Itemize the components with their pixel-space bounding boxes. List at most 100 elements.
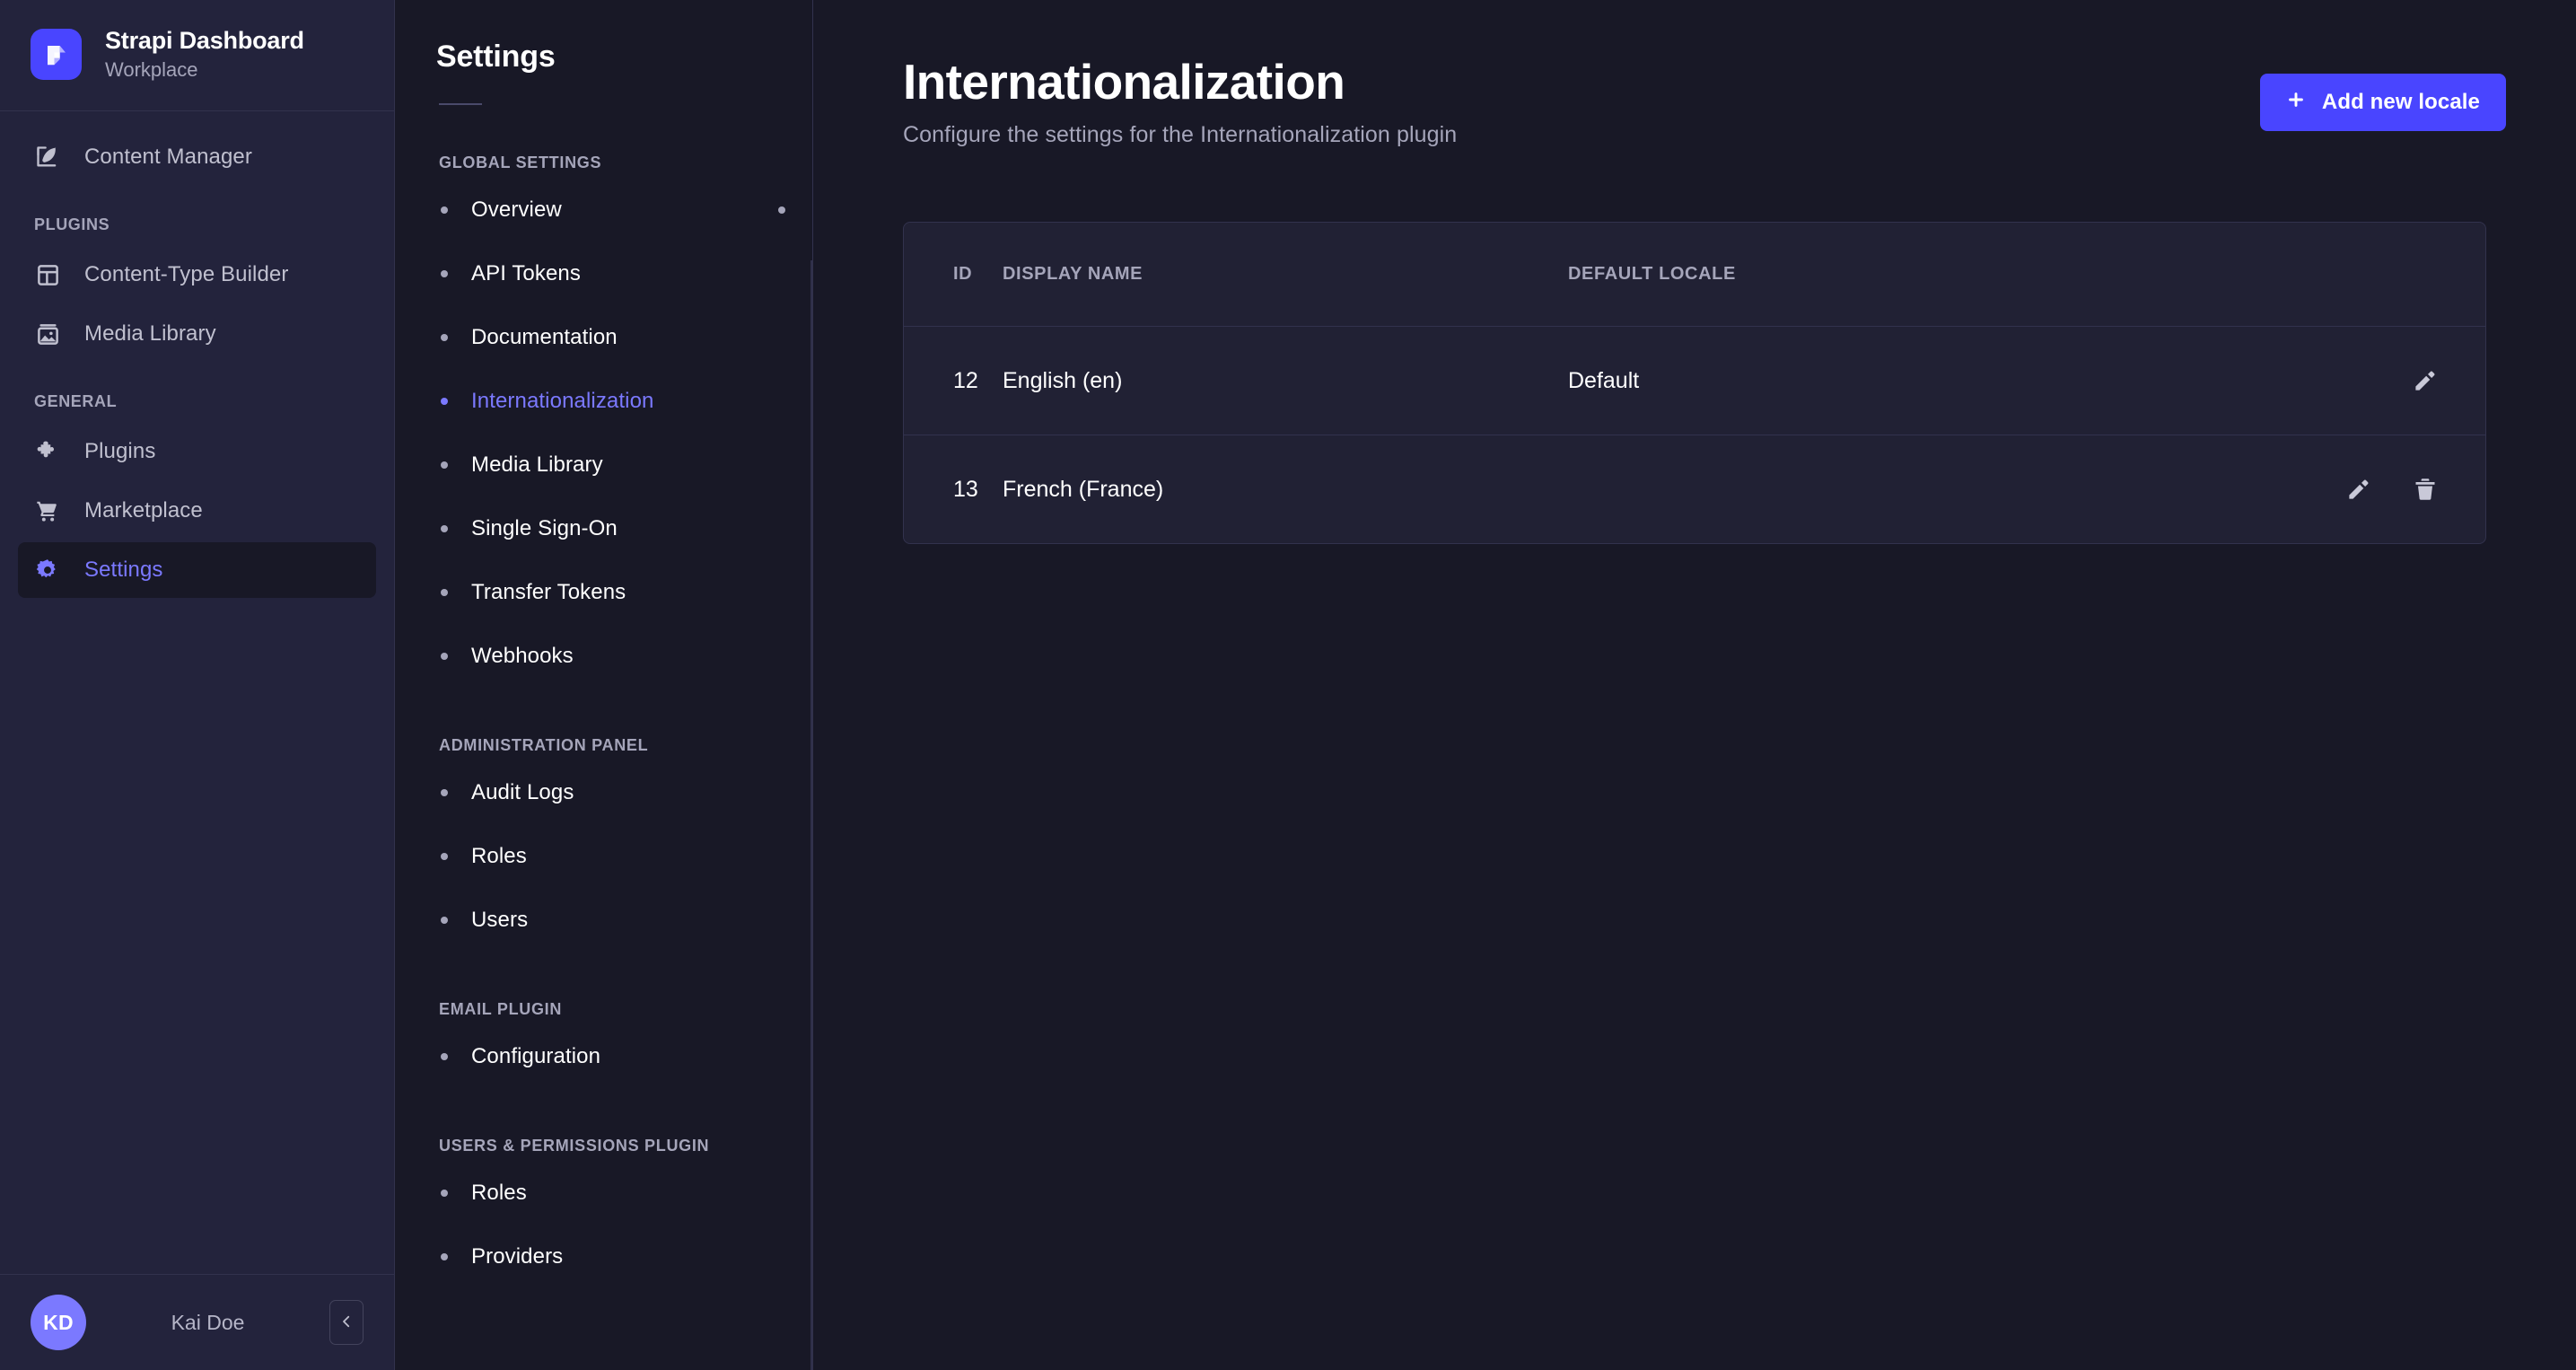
shopping-cart-icon	[34, 497, 61, 524]
bullet-icon	[441, 270, 448, 277]
locales-table-container: ID DISPLAY NAME DEFAULT LOCALE 12 Englis…	[903, 222, 2486, 544]
settings-item-overview[interactable]: Overview	[395, 178, 812, 242]
avatar[interactable]: KD	[31, 1295, 86, 1350]
cell-actions	[2216, 327, 2485, 435]
gear-icon	[34, 557, 61, 584]
bullet-icon	[441, 1190, 448, 1197]
cell-display-name: English (en)	[1003, 327, 1568, 435]
settings-item-audit-logs[interactable]: Audit Logs	[395, 760, 812, 824]
sidebar-item-label: Plugins	[84, 439, 155, 464]
cell-id: 13	[904, 435, 1003, 544]
column-header-default-locale: DEFAULT LOCALE	[1568, 223, 2216, 327]
table-body: 12 English (en) Default	[904, 327, 2485, 544]
nav-section-general-label: GENERAL	[18, 365, 376, 424]
settings-section-global-label: GLOBAL SETTINGS	[395, 105, 812, 178]
sidebar-item-media-library[interactable]: Media Library	[18, 306, 376, 362]
chevron-left-icon	[338, 1313, 355, 1332]
table-header-row: ID DISPLAY NAME DEFAULT LOCALE	[904, 223, 2485, 327]
sidebar-footer: KD Kai Doe	[0, 1274, 394, 1370]
table-row[interactable]: 12 English (en) Default	[904, 327, 2485, 435]
add-new-locale-label: Add new locale	[2322, 90, 2480, 115]
bullet-icon	[441, 653, 448, 660]
bullet-icon	[441, 206, 448, 214]
sidebar-item-label: Marketplace	[84, 498, 203, 523]
cell-default-locale	[1568, 435, 2216, 544]
bullet-icon	[441, 334, 448, 341]
bullet-icon	[441, 1053, 448, 1060]
plus-icon	[2286, 90, 2306, 116]
settings-section-users-permissions-label: USERS & PERMISSIONS PLUGIN	[395, 1088, 812, 1161]
settings-item-single-sign-on[interactable]: Single Sign-On	[395, 496, 812, 560]
delete-icon[interactable]	[2410, 474, 2440, 505]
settings-item-label: Configuration	[471, 1044, 785, 1069]
cell-default-locale: Default	[1568, 327, 2216, 435]
settings-item-label: Roles	[471, 844, 785, 869]
settings-item-media-library[interactable]: Media Library	[395, 433, 812, 496]
brand-subtitle: Workplace	[105, 58, 304, 82]
sidebar-item-settings[interactable]: Settings	[18, 542, 376, 598]
settings-item-label: Transfer Tokens	[471, 580, 785, 605]
brand-title: Strapi Dashboard	[105, 27, 304, 55]
settings-item-email-configuration[interactable]: Configuration	[395, 1024, 812, 1088]
page-subtitle: Configure the settings for the Internati…	[903, 122, 1457, 148]
settings-heading: Settings	[395, 40, 812, 75]
main-sidebar: Strapi Dashboard Workplace Content Manag…	[0, 0, 395, 1370]
settings-item-documentation[interactable]: Documentation	[395, 305, 812, 369]
sidebar-item-marketplace[interactable]: Marketplace	[18, 483, 376, 539]
settings-item-label: Providers	[471, 1244, 785, 1269]
settings-item-admin-users[interactable]: Users	[395, 888, 812, 952]
bullet-icon	[441, 789, 448, 796]
settings-item-label: Single Sign-On	[471, 516, 785, 541]
settings-item-up-roles[interactable]: Roles	[395, 1161, 812, 1225]
settings-item-label: Overview	[471, 198, 778, 223]
content-header: Internationalization Configure the setti…	[813, 0, 2576, 148]
settings-item-label: Documentation	[471, 325, 785, 350]
cell-actions	[2216, 435, 2485, 544]
settings-item-admin-roles[interactable]: Roles	[395, 824, 812, 888]
settings-item-api-tokens[interactable]: API Tokens	[395, 242, 812, 305]
bullet-icon	[441, 917, 448, 924]
settings-item-internationalization[interactable]: Internationalization	[395, 369, 812, 433]
image-icon	[34, 321, 61, 347]
sidebar-item-plugins[interactable]: Plugins	[18, 424, 376, 479]
sidebar-item-content-type-builder[interactable]: Content-Type Builder	[18, 247, 376, 303]
edit-icon[interactable]	[2410, 365, 2440, 396]
puzzle-icon	[34, 438, 61, 465]
column-header-display-name: DISPLAY NAME	[1003, 223, 1568, 327]
settings-item-label: Media Library	[471, 452, 785, 478]
settings-item-webhooks[interactable]: Webhooks	[395, 624, 812, 688]
sidebar-item-content-manager[interactable]: Content Manager	[18, 129, 376, 185]
add-new-locale-button[interactable]: Add new locale	[2260, 74, 2506, 131]
edit-icon[interactable]	[2344, 474, 2374, 505]
settings-scrollbar[interactable]	[810, 260, 812, 1370]
brand-header[interactable]: Strapi Dashboard Workplace	[0, 0, 394, 111]
column-header-id: ID	[904, 223, 1003, 327]
main-content: Internationalization Configure the setti…	[813, 0, 2576, 1370]
settings-item-transfer-tokens[interactable]: Transfer Tokens	[395, 560, 812, 624]
settings-item-label: Internationalization	[471, 389, 785, 414]
bullet-icon	[441, 589, 448, 596]
settings-subnav: Settings GLOBAL SETTINGS Overview API To…	[395, 0, 813, 1370]
sidebar-item-label: Settings	[84, 558, 163, 583]
locales-table: ID DISPLAY NAME DEFAULT LOCALE 12 Englis…	[904, 223, 2485, 543]
cell-display-name: French (France)	[1003, 435, 1568, 544]
page-title: Internationalization	[903, 52, 1457, 111]
main-nav-body: Content Manager PLUGINS Content-Type Bui…	[0, 111, 394, 1274]
cell-id: 12	[904, 327, 1003, 435]
feather-icon	[34, 144, 61, 171]
sidebar-item-label: Content-Type Builder	[84, 262, 288, 287]
trailing-dot-icon	[778, 206, 785, 214]
strapi-logo-icon	[31, 29, 82, 80]
table-head: ID DISPLAY NAME DEFAULT LOCALE	[904, 223, 2485, 327]
settings-item-label: Users	[471, 908, 785, 933]
settings-section-admin-label: ADMINISTRATION PANEL	[395, 688, 812, 760]
collapse-sidebar-button[interactable]	[329, 1300, 364, 1345]
nav-section-plugins-label: PLUGINS	[18, 189, 376, 247]
settings-item-label: API Tokens	[471, 261, 785, 286]
table-row[interactable]: 13 French (France)	[904, 435, 2485, 544]
layout-grid-icon	[34, 261, 61, 288]
user-name: Kai Doe	[86, 1311, 329, 1335]
sidebar-item-label: Media Library	[84, 321, 216, 347]
app-root: Strapi Dashboard Workplace Content Manag…	[0, 0, 2576, 1370]
settings-item-up-providers[interactable]: Providers	[395, 1225, 812, 1288]
